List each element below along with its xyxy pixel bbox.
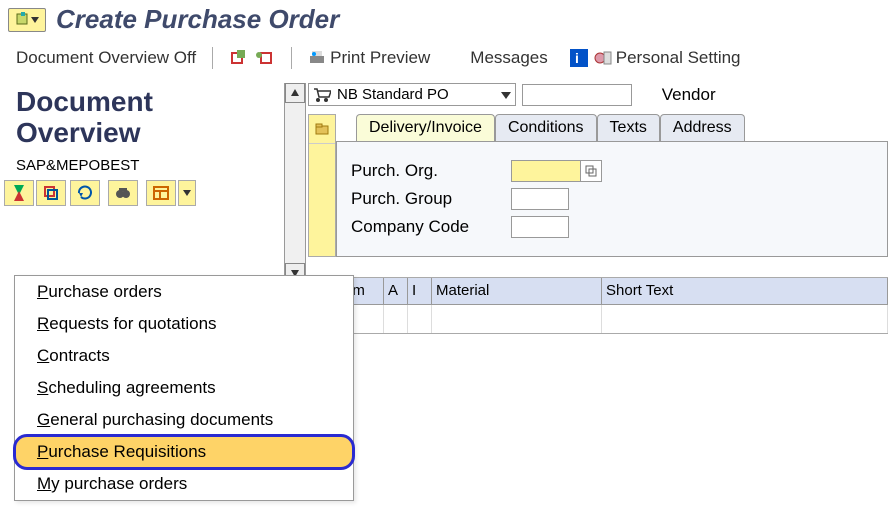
folder-icon (315, 122, 329, 136)
doc-overview-off-button[interactable]: Document Overview Off (16, 48, 196, 68)
create-icon[interactable] (229, 50, 249, 66)
personal-setting-button[interactable]: Personal Setting (594, 48, 741, 68)
gear-icon (594, 50, 612, 66)
section-fold-bar (308, 114, 336, 257)
col-i[interactable]: I (408, 278, 432, 304)
other-po-icon[interactable] (255, 50, 275, 66)
menu-scheduling-agreements[interactable]: Scheduling agreements (15, 372, 353, 404)
menu-purchase-orders[interactable]: Purchase orders (15, 276, 353, 308)
grid-header: S.. Itm A I Material Short Text (280, 278, 888, 305)
svg-text:i: i (575, 50, 579, 66)
purch-org-input[interactable] (511, 160, 581, 182)
purch-org-label: Purch. Org. (351, 161, 511, 181)
po-type-select[interactable]: NB Standard PO (308, 83, 516, 106)
vendor-label: Vendor (662, 85, 716, 105)
vendor-input[interactable] (522, 84, 632, 106)
sidebar-toolbar (0, 174, 280, 212)
purch-group-input[interactable] (511, 188, 569, 210)
page-title: Create Purchase Order (56, 4, 339, 35)
print-preview-button[interactable]: Print Preview (308, 48, 430, 68)
tab-delivery-invoice[interactable]: Delivery/Invoice (356, 114, 495, 141)
variant-name: SAP&MEPOBEST (0, 151, 280, 174)
grid-row[interactable] (280, 305, 888, 333)
find-button[interactable] (108, 180, 138, 206)
refresh-button[interactable] (70, 180, 100, 206)
company-code-input[interactable] (511, 216, 569, 238)
chevron-down-icon (183, 188, 191, 198)
select-variant-button[interactable] (4, 180, 34, 206)
layout-dropdown-button[interactable] (178, 180, 196, 206)
menu-requests-for-quotations[interactable]: Requests for quotations (15, 308, 353, 340)
print-icon (308, 50, 326, 66)
po-type-value: NB Standard PO (337, 86, 449, 103)
main-toolbar: Document Overview Off Print Preview Mess… (0, 39, 888, 77)
copy-button[interactable] (36, 180, 66, 206)
menu-button[interactable] (8, 8, 46, 32)
tab-texts[interactable]: Texts (597, 114, 660, 141)
search-help-icon (585, 165, 597, 177)
menu-general-purchasing-documents[interactable]: General purchasing documents (15, 404, 353, 436)
messages-button[interactable]: Messages (470, 48, 547, 68)
binoculars-icon (115, 185, 131, 201)
cart-icon (313, 87, 331, 103)
print-preview-label: Print Preview (330, 48, 430, 68)
separator (291, 47, 292, 69)
layout-button[interactable] (146, 180, 176, 206)
item-grid: S.. Itm A I Material Short Text (280, 277, 888, 334)
info-icon[interactable]: i (570, 49, 588, 67)
purch-org-help-button[interactable] (580, 160, 602, 182)
menu-purchase-requisitions[interactable]: Purchase Requisitions (15, 436, 353, 468)
col-material[interactable]: Material (432, 278, 602, 304)
doc-overview-heading: Document Overview (0, 77, 280, 151)
personal-setting-label: Personal Setting (616, 48, 741, 68)
col-short-text[interactable]: Short Text (602, 278, 888, 304)
document-type-menu: Purchase orders Requests for quotations … (14, 275, 354, 501)
header-form: Purch. Org. Purch. Group Company Code (336, 141, 888, 257)
chevron-down-icon (501, 90, 511, 100)
note-icon (15, 12, 31, 28)
expand-header-button[interactable] (309, 115, 335, 144)
tab-conditions[interactable]: Conditions (495, 114, 597, 141)
tab-address[interactable]: Address (660, 114, 745, 141)
purch-group-label: Purch. Group (351, 189, 511, 209)
chevron-down-icon (31, 15, 39, 25)
menu-contracts[interactable]: Contracts (15, 340, 353, 372)
col-a[interactable]: A (384, 278, 408, 304)
menu-my-purchase-orders[interactable]: My purchase orders (15, 468, 353, 500)
separator (212, 47, 213, 69)
company-code-label: Company Code (351, 217, 511, 237)
